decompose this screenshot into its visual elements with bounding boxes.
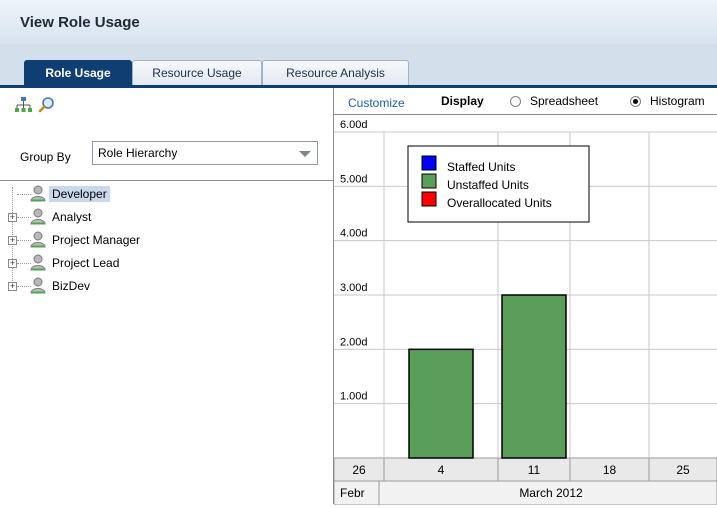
week-label: 18 [603,463,617,477]
legend-label: Staffed Units [447,160,515,174]
legend-swatch [421,191,437,207]
spreadsheet-radio[interactable] [510,96,521,107]
legend-swatch [421,155,437,171]
user-icon [30,277,46,294]
tab-role-usage[interactable]: Role Usage [24,60,132,85]
group-by-label: Group By [20,150,71,164]
histogram-bar [501,294,567,459]
tree-node-label: Project Manager [52,233,141,247]
tab-strip: Role Usage Resource Usage Resource Analy… [0,44,717,88]
expand-icon[interactable]: + [8,259,17,268]
y-tick-label: 4.00d [340,228,368,240]
week-label: 25 [676,463,690,477]
title-bar: View Role Usage [0,0,717,45]
role-tree: Developer + Analyst + Project Manager + … [0,180,333,505]
tree-connector [17,194,31,195]
spreadsheet-radio-label[interactable]: Spreadsheet [530,94,598,108]
user-icon [30,185,46,202]
y-tick-label: 6.00d [340,119,368,131]
histogram-bar [408,348,474,459]
group-by-value: Role Hierarchy [98,146,178,160]
expand-icon[interactable]: + [8,213,17,222]
legend-label: Unstaffed Units [447,178,529,192]
expand-icon[interactable]: + [8,236,17,245]
week-header-row [333,457,717,482]
histogram-svg: 6.00d 5.00d 4.00d 3.00d 2.00d 1.00d 26 4 11 18 25 F… [333,119,717,506]
search-icon[interactable] [38,96,56,114]
window-title: View Role Usage [20,14,140,31]
group-by-select[interactable]: Role Hierarchy [92,141,318,165]
tree-connector [17,263,31,264]
role-tree-panel: Group By Role Hierarchy Developer + Anal… [0,88,334,504]
tree-node-developer[interactable]: Developer [8,184,308,204]
chevron-down-icon [299,151,311,157]
month-label: March 2012 [519,486,583,500]
tree-node-label: Project Lead [52,256,120,270]
tree-node-analyst[interactable]: + Analyst [8,207,308,227]
hierarchy-icon[interactable] [14,96,32,114]
histogram-radio[interactable] [630,96,641,107]
tree-connector [17,286,31,287]
tree-node-project-manager[interactable]: + Project Manager [8,230,308,250]
week-label: 11 [528,463,541,477]
y-tick-label: 1.00d [340,391,368,403]
user-icon [30,208,46,225]
customize-link[interactable]: Customize [348,96,405,110]
usage-chart-panel: Customize Display Spreadsheet Histogram … [333,88,717,506]
tree-node-bizdev[interactable]: + BizDev [8,276,308,296]
tree-node-label: Analyst [52,210,92,224]
tree-connector [17,240,31,241]
expand-icon[interactable]: + [8,282,17,291]
histogram-radio-label[interactable]: Histogram [650,94,705,108]
legend-swatch [421,173,437,189]
tab-resource-usage[interactable]: Resource Usage [132,60,262,85]
chart-toolbar: Customize Display Spreadsheet Histogram [334,88,717,114]
tree-connector [17,217,31,218]
histogram-chart: 6.00d 5.00d 4.00d 3.00d 2.00d 1.00d 26 4 11 18 25 F… [333,114,717,506]
display-label: Display [441,94,484,108]
month-label: Febr [340,486,365,500]
tree-node-label: Developer [49,186,110,202]
tree-node-label: BizDev [52,279,91,293]
user-icon [30,231,46,248]
y-tick-label: 2.00d [340,336,368,348]
week-label: 4 [438,463,445,477]
legend-label: Overallocated Units [447,196,552,210]
user-icon [30,254,46,271]
tab-resource-analysis[interactable]: Resource Analysis [262,60,409,85]
y-tick-label: 5.00d [340,173,368,185]
tree-node-project-lead[interactable]: + Project Lead [8,253,308,273]
y-tick-label: 3.00d [340,282,368,294]
week-label: 26 [352,463,366,477]
